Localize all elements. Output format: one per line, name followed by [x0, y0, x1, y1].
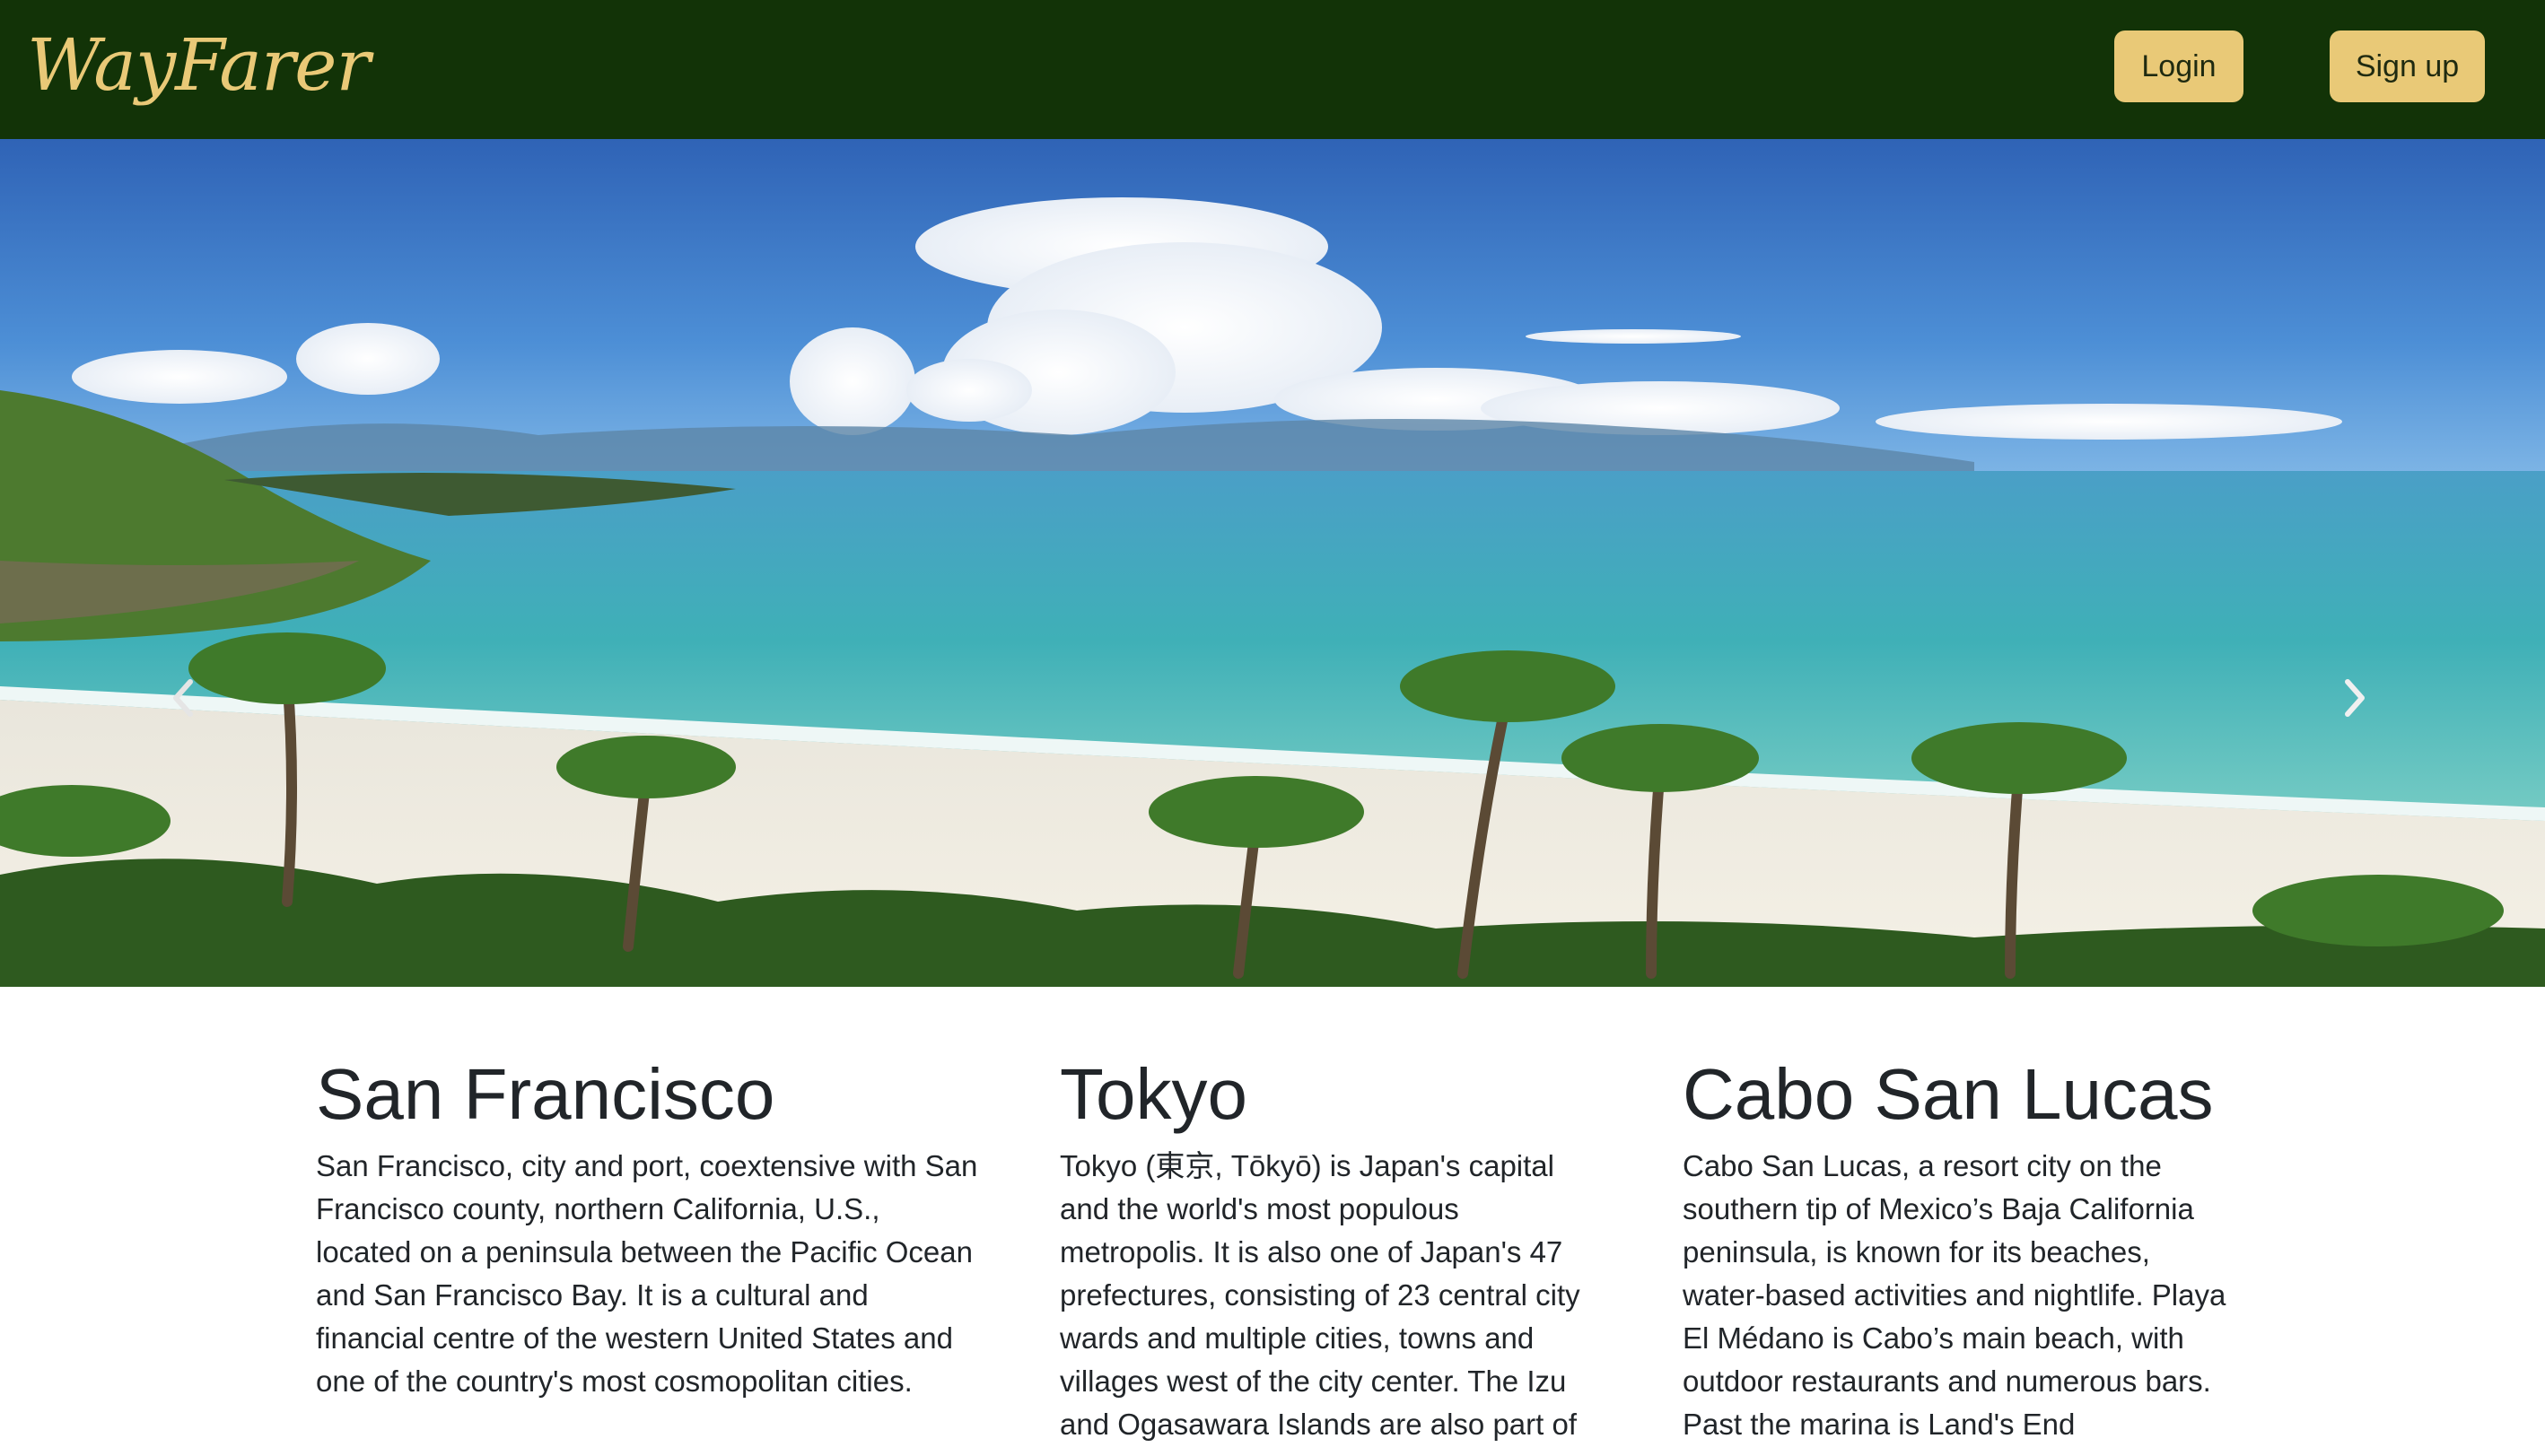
beach-hero-image [0, 139, 2545, 987]
city-list: San Francisco San Francisco, city and po… [0, 987, 2545, 1456]
city-title[interactable]: Tokyo [1060, 1050, 1247, 1139]
signup-button[interactable]: Sign up [2330, 31, 2485, 102]
chevron-right-icon [2345, 679, 2365, 717]
hero-carousel [0, 139, 2545, 987]
brand-logo[interactable]: WayFarer [27, 16, 371, 115]
city-description: San Francisco, city and port, coextensiv… [316, 1149, 978, 1398]
city-title[interactable]: Cabo San Lucas [1683, 1050, 2214, 1139]
city-description: Cabo San Lucas, a resort city on the sou… [1683, 1149, 2226, 1441]
carousel-next-control[interactable] [2319, 662, 2391, 734]
carousel-prev-control[interactable] [147, 662, 219, 734]
chevron-left-icon [173, 679, 193, 717]
login-button[interactable]: Login [2114, 31, 2243, 102]
city-title[interactable]: San Francisco [316, 1050, 774, 1139]
top-navbar: WayFarer Login Sign up [0, 0, 2545, 139]
city-description: Tokyo (東京, Tōkyō) is Japan's capital and… [1060, 1149, 1580, 1441]
